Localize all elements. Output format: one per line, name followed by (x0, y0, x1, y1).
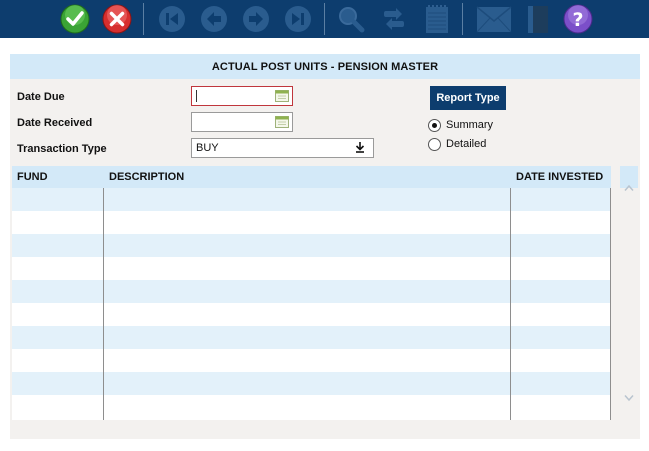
summary-radio[interactable] (428, 119, 441, 132)
download-arrow-icon[interactable] (355, 142, 365, 153)
calendar-icon[interactable] (275, 90, 289, 102)
form-panel: ACTUAL POST UNITS - PENSION MASTER Date … (10, 54, 640, 439)
help-button[interactable]: ? (563, 4, 593, 34)
next-record-button[interactable] (241, 4, 271, 34)
table-row[interactable] (12, 188, 611, 211)
mail-button[interactable] (475, 4, 513, 34)
page-title: ACTUAL POST UNITS - PENSION MASTER (10, 54, 640, 79)
x-circle-icon (102, 4, 132, 34)
svg-text:?: ? (572, 9, 583, 31)
magnifier-icon (339, 7, 365, 33)
calendar-icon[interactable] (275, 116, 289, 128)
last-record-button[interactable] (283, 4, 313, 34)
transaction-type-label: Transaction Type (17, 143, 107, 155)
toolbar-separator (462, 3, 463, 35)
toolbar-separator (143, 3, 144, 35)
skip-last-icon (285, 6, 311, 32)
table-scrollbar[interactable] (620, 166, 638, 420)
arrow-right-icon (243, 6, 269, 32)
first-record-button[interactable] (157, 4, 187, 34)
table-row[interactable] (12, 211, 611, 234)
scroll-down-icon[interactable] (624, 394, 634, 402)
toolbar-separator (324, 3, 325, 35)
text-cursor (196, 90, 197, 102)
swap-arrows-icon (384, 8, 404, 30)
accept-button[interactable] (60, 4, 90, 34)
skip-first-icon (159, 6, 185, 32)
funds-table: FUND DESCRIPTION DATE INVESTED (12, 166, 611, 420)
question-circle-icon: ? (563, 4, 593, 34)
table-row[interactable] (12, 234, 611, 257)
book-icon (528, 6, 548, 33)
date-received-field[interactable] (191, 112, 293, 132)
table-row[interactable] (12, 280, 611, 303)
column-divider (510, 188, 511, 420)
notes-button[interactable] (422, 4, 452, 34)
check-circle-icon (60, 4, 90, 34)
table-row[interactable] (12, 303, 611, 326)
column-header-fund[interactable]: FUND (17, 171, 48, 183)
column-header-description[interactable]: DESCRIPTION (109, 171, 184, 183)
swap-button[interactable] (379, 4, 409, 34)
detailed-radio[interactable] (428, 138, 441, 151)
arrow-left-icon (201, 6, 227, 32)
previous-record-button[interactable] (199, 4, 229, 34)
date-received-label: Date Received (17, 117, 93, 129)
report-type-button[interactable]: Report Type (430, 86, 506, 110)
envelope-icon (476, 6, 512, 33)
table-row[interactable] (12, 257, 611, 280)
transaction-type-value: BUY (196, 142, 219, 154)
transaction-type-select[interactable]: BUY (191, 138, 374, 158)
cancel-button[interactable] (102, 4, 132, 34)
table-row[interactable] (12, 372, 611, 395)
date-due-field[interactable] (191, 86, 293, 106)
column-header-date-invested[interactable]: DATE INVESTED (516, 171, 603, 183)
summary-label: Summary (446, 119, 494, 131)
table-row[interactable] (12, 395, 611, 420)
book-button[interactable] (525, 4, 553, 34)
toolbar: ? (0, 0, 649, 38)
search-button[interactable] (336, 4, 366, 34)
detailed-label: Detailed (446, 138, 487, 150)
date-due-label: Date Due (17, 91, 65, 103)
table-row[interactable] (12, 349, 611, 372)
column-divider (610, 188, 611, 420)
table-row[interactable] (12, 326, 611, 349)
column-divider (103, 188, 104, 420)
notepad-icon (426, 5, 448, 33)
table-header: FUND DESCRIPTION DATE INVESTED (12, 166, 611, 188)
scroll-up-icon[interactable] (624, 184, 634, 192)
